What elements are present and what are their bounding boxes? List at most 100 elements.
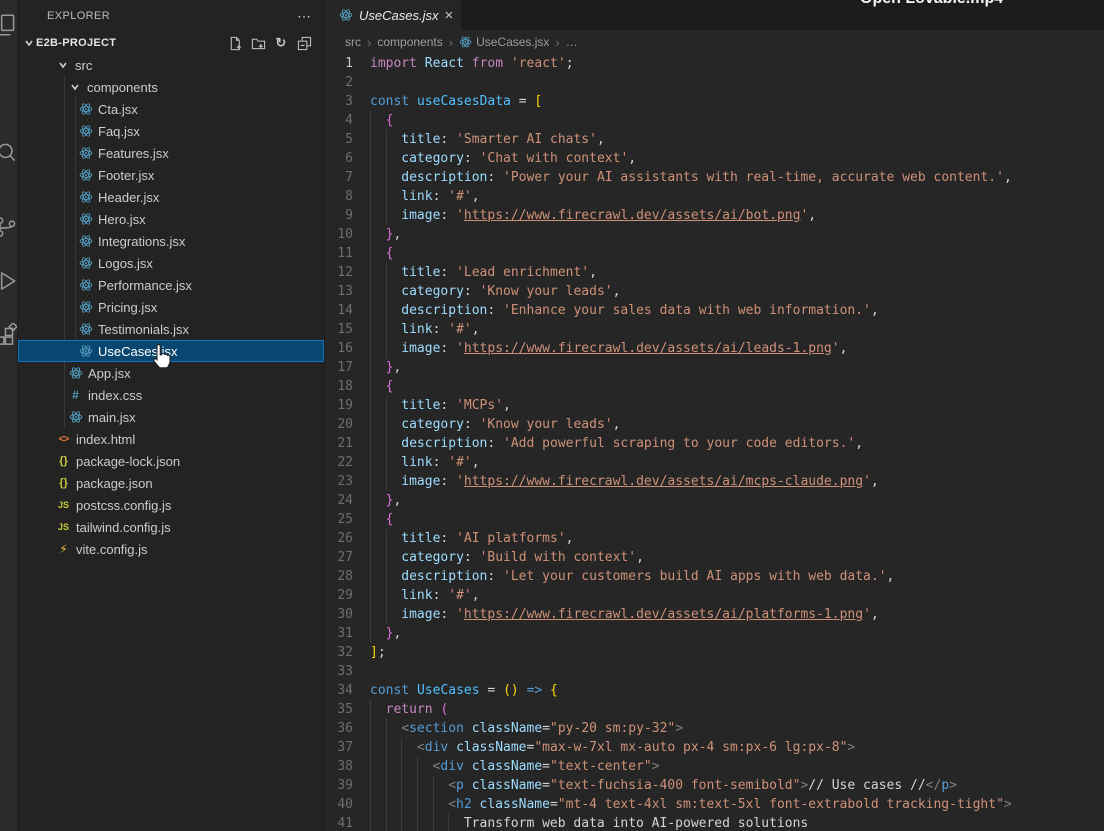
tree-item-postcss-config-js[interactable]: JS postcss.config.js: [18, 494, 324, 516]
refresh-icon[interactable]: ↻: [273, 35, 289, 51]
code-area[interactable]: 1 import React from 'react'; 2 3 const useCa…: [326, 54, 1104, 831]
tree-item-src[interactable]: src: [18, 54, 324, 76]
line-number: 24: [337, 493, 353, 508]
indent-guide: [385, 415, 402, 434]
code-line[interactable]: 32];: [326, 643, 1104, 662]
code-line[interactable]: 38 <div className="text-center">: [326, 757, 1104, 776]
line-number: 39: [337, 778, 353, 793]
code-line[interactable]: 24},: [326, 491, 1104, 510]
code-line[interactable]: 7 description: 'Power your AI assistants …: [326, 168, 1104, 187]
code-line[interactable]: 40 <h2 className="mt-4 text-4xl sm:text-5…: [326, 795, 1104, 814]
code-line[interactable]: 4{: [326, 111, 1104, 130]
files-icon[interactable]: [0, 12, 17, 38]
tree-item-header-jsx[interactable]: Header.jsx: [18, 186, 324, 208]
chevron-down-icon: [22, 36, 36, 50]
code-line[interactable]: 41 Transform web data into AI-powered sol…: [326, 814, 1104, 831]
code-line[interactable]: 19 title: 'MCPs',: [326, 396, 1104, 415]
indent-guide: [385, 282, 402, 301]
code-line[interactable]: 22 link: '#',: [326, 453, 1104, 472]
code-line[interactable]: 34 const UseCases = () => {: [326, 681, 1104, 700]
collapse-all-icon[interactable]: [296, 35, 312, 51]
indent-guide: [416, 814, 433, 831]
extensions-icon[interactable]: [0, 321, 17, 349]
code-line[interactable]: 30 image: 'https://www.firecrawl.dev/asse…: [326, 605, 1104, 624]
code-line[interactable]: 11 {: [326, 244, 1104, 263]
indent-guide: [385, 206, 402, 225]
line-number: 26: [337, 531, 353, 546]
code-line[interactable]: 1 import React from 'react';: [326, 54, 1104, 73]
tree-item-features-jsx[interactable]: Features.jsx: [18, 142, 324, 164]
code-line[interactable]: 27 category: 'Build with context',: [326, 548, 1104, 567]
tree-item-tailwind-config-js[interactable]: JS tailwind.config.js: [18, 516, 324, 538]
code-line[interactable]: 12 title: 'Lead enrichment',: [326, 263, 1104, 282]
code-line[interactable]: 31},: [326, 624, 1104, 643]
code-line[interactable]: 10},: [326, 225, 1104, 244]
code-line[interactable]: 13 category: 'Know your leads',: [326, 282, 1104, 301]
code-line[interactable]: 18 {: [326, 377, 1104, 396]
tab-usecases[interactable]: UseCases.jsx ×: [326, 0, 462, 30]
tree-item-package-lock-json[interactable]: {} package-lock.json: [18, 450, 324, 472]
tree-item-usecases-jsx[interactable]: UseCases.jsx: [18, 340, 324, 362]
code-line[interactable]: 6 category: 'Chat with context',: [326, 149, 1104, 168]
tree-item-vite-config-js[interactable]: ⚡ vite.config.js: [18, 538, 324, 560]
tree-item-hero-jsx[interactable]: Hero.jsx: [18, 208, 324, 230]
indent-guide: [385, 301, 402, 320]
code-line[interactable]: 15 link: '#',: [326, 320, 1104, 339]
code-line[interactable]: 23 image: 'https://www.firecrawl.dev/asse…: [326, 472, 1104, 491]
code-line[interactable]: 28 description: 'Let your customers build…: [326, 567, 1104, 586]
breadcrumb-item--[interactable]: …: [566, 35, 578, 49]
code-line[interactable]: 26 title: 'AI platforms',: [326, 529, 1104, 548]
close-icon[interactable]: ×: [444, 8, 453, 23]
code-line[interactable]: 20 category: 'Know your leads',: [326, 415, 1104, 434]
tree-item-pricing-jsx[interactable]: Pricing.jsx: [18, 296, 324, 318]
code-line[interactable]: 35 return (: [326, 700, 1104, 719]
code-line[interactable]: 36 <section className="py-20 sm:py-32">: [326, 719, 1104, 738]
line-number: 17: [337, 360, 353, 375]
tree-item-components[interactable]: components: [18, 76, 324, 98]
code-line[interactable]: 3 const useCasesData = [: [326, 92, 1104, 111]
code-line[interactable]: 16 image: 'https://www.firecrawl.dev/asse…: [326, 339, 1104, 358]
code-line[interactable]: 5 title: 'Smarter AI chats',: [326, 130, 1104, 149]
breadcrumb-item-components[interactable]: components: [377, 35, 442, 49]
tree-item-logos-jsx[interactable]: Logos.jsx: [18, 252, 324, 274]
code-line[interactable]: 37 <div className="max-w-7xl mx-auto px-4…: [326, 738, 1104, 757]
tree-item-package-json[interactable]: {} package.json: [18, 472, 324, 494]
code-line[interactable]: 25 {: [326, 510, 1104, 529]
tree-item-main-jsx[interactable]: main.jsx: [18, 406, 324, 428]
new-file-button[interactable]: [227, 35, 243, 51]
tree-item-faq-jsx[interactable]: Faq.jsx: [18, 120, 324, 142]
breadcrumb-separator: ›: [555, 34, 560, 50]
search-icon[interactable]: [0, 139, 17, 165]
code-line[interactable]: 17},: [326, 358, 1104, 377]
tree-item-app-jsx[interactable]: App.jsx: [18, 362, 324, 384]
project-name: E2B-PROJECT: [36, 37, 117, 49]
code-line[interactable]: 29 link: '#',: [326, 586, 1104, 605]
tree-item-index-html[interactable]: <> index.html: [18, 428, 324, 450]
tree-item-index-css[interactable]: # index.css: [18, 384, 324, 406]
tree-item-testimonials-jsx[interactable]: Testimonials.jsx: [18, 318, 324, 340]
indent-guide: [385, 567, 402, 586]
source-control-icon[interactable]: [0, 214, 17, 240]
tree-item-cta-jsx[interactable]: Cta.jsx: [18, 98, 324, 120]
tree-item-footer-jsx[interactable]: Footer.jsx: [18, 164, 324, 186]
code-line[interactable]: 2: [326, 73, 1104, 92]
code-line[interactable]: 9 image: 'https://www.firecrawl.dev/asset…: [326, 206, 1104, 225]
project-header[interactable]: E2B-PROJECT ↻: [18, 32, 324, 54]
code-line[interactable]: 8 link: '#',: [326, 187, 1104, 206]
code-line[interactable]: 39 <p className="text-fuchsia-400 font-se…: [326, 776, 1104, 795]
breadcrumb-item-src[interactable]: src: [345, 35, 361, 49]
react-icon: [78, 344, 93, 359]
tree-item-integrations-jsx[interactable]: Integrations.jsx: [18, 230, 324, 252]
breadcrumb-item-usecases-jsx[interactable]: UseCases.jsx: [459, 35, 549, 49]
code-line[interactable]: 14 description: 'Enhance your sales data …: [326, 301, 1104, 320]
line-number: 7: [345, 170, 353, 185]
new-folder-button[interactable]: [250, 35, 266, 51]
code-line[interactable]: 33: [326, 662, 1104, 681]
code-line[interactable]: 21 description: 'Add powerful scraping to…: [326, 434, 1104, 453]
indent-guide: [370, 700, 386, 719]
run-debug-icon[interactable]: [0, 268, 17, 294]
line-number: 37: [337, 740, 353, 755]
line-number: 10: [337, 227, 353, 242]
more-actions-icon[interactable]: ⋯: [297, 8, 312, 25]
tree-item-performance-jsx[interactable]: Performance.jsx: [18, 274, 324, 296]
